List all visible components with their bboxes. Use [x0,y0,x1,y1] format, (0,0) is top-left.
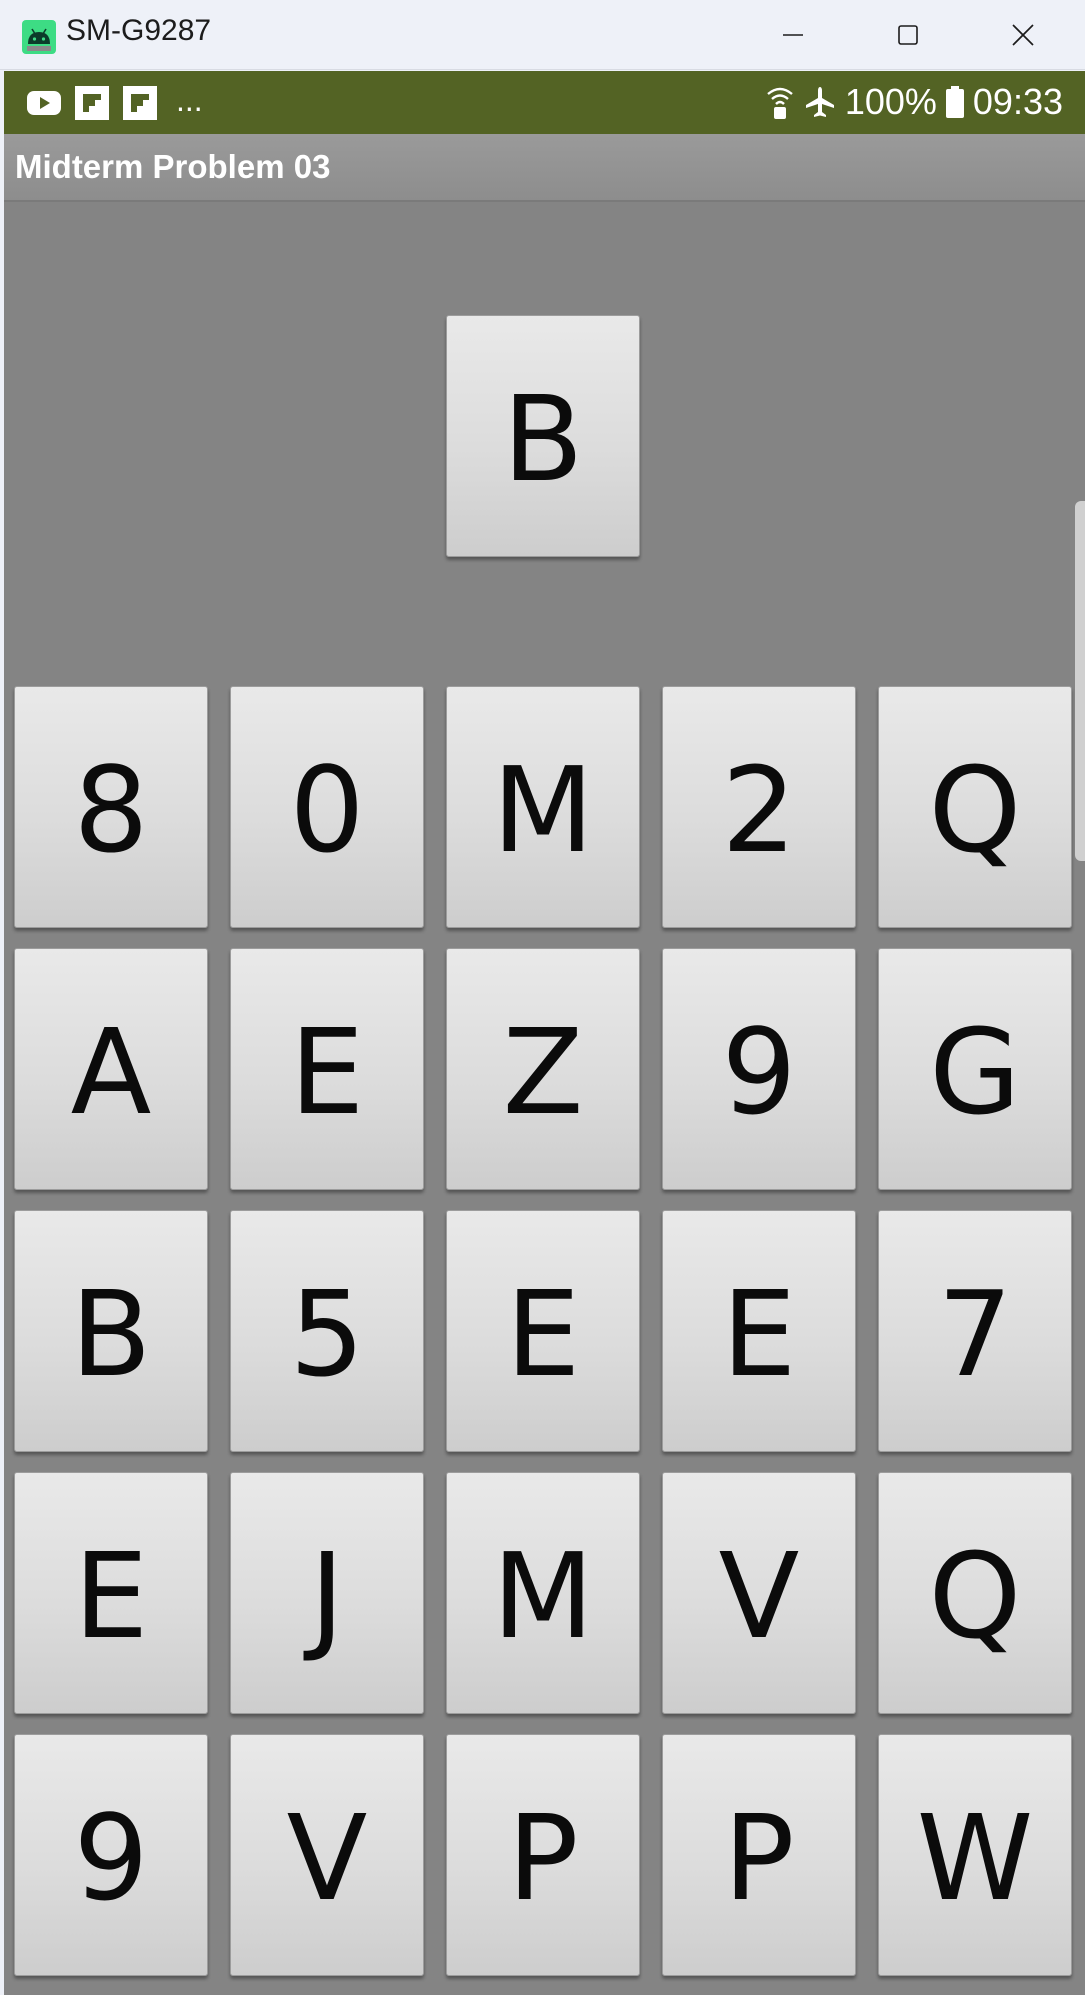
flipboard-icon [123,86,157,120]
grid-tile[interactable]: 0 [230,686,424,928]
android-icon [22,20,56,54]
grid-tile[interactable]: G [878,948,1072,1190]
grid-tile[interactable]: E [662,1210,856,1452]
grid-tile[interactable]: 5 [230,1210,424,1452]
grid-tile[interactable]: Z [446,948,640,1190]
grid-tile[interactable]: 2 [662,686,856,928]
grid-tile[interactable]: A [14,948,208,1190]
grid-tile[interactable]: 9 [14,1734,208,1976]
emulator-window: SM-G9287 ... 100% 09:33 Midterm Problem … [0,0,1085,1995]
target-tile[interactable]: B [446,315,640,557]
side-scroll-handle[interactable] [1075,501,1085,861]
grid-tile[interactable]: E [230,948,424,1190]
grid-tile[interactable]: 7 [878,1210,1072,1452]
grid-tile[interactable]: 9 [662,948,856,1190]
battery-percent: 100% [844,81,937,122]
close-icon [1012,24,1034,46]
maximize-icon [898,25,918,45]
maximize-button[interactable] [878,10,938,60]
battery-icon [945,86,964,118]
clock: 09:33 [972,81,1063,122]
grid-tile[interactable]: Q [878,1472,1072,1714]
app-title: Midterm Problem 03 [15,148,331,185]
window-titlebar: SM-G9287 [0,0,1085,70]
minimize-icon [783,34,803,36]
more-notifications: ... [176,81,203,118]
grid-tile[interactable]: P [662,1734,856,1976]
window-title: SM-G9287 [66,14,212,47]
grid-tile[interactable]: V [230,1734,424,1976]
flipboard-icon [75,86,109,120]
action-bar: Midterm Problem 03 [4,134,1085,202]
airplane-icon [805,87,834,117]
grid-tile[interactable]: 8 [14,686,208,928]
notification-icons: ... [26,81,203,121]
minimize-button[interactable] [763,10,823,60]
grid-tile[interactable]: P [446,1734,640,1976]
grid-tile[interactable]: M [446,1472,640,1714]
status-bar: ... 100% 09:33 [4,71,1085,134]
grid-tile[interactable]: B [14,1210,208,1452]
youtube-icon [27,91,61,115]
device-screen: ... 100% 09:33 Midterm Problem 03 B 8 0 … [4,71,1085,1995]
grid-tile[interactable]: W [878,1734,1072,1976]
grid-tile[interactable]: V [662,1472,856,1714]
grid-tile[interactable]: E [446,1210,640,1452]
grid-tile[interactable]: J [230,1472,424,1714]
wifi-calling-icon [767,87,793,119]
grid-tile[interactable]: M [446,686,640,928]
system-indicators: 100% 09:33 [765,81,1063,123]
grid-tile[interactable]: E [14,1472,208,1714]
grid-tile[interactable]: Q [878,686,1072,928]
close-button[interactable] [993,10,1053,60]
